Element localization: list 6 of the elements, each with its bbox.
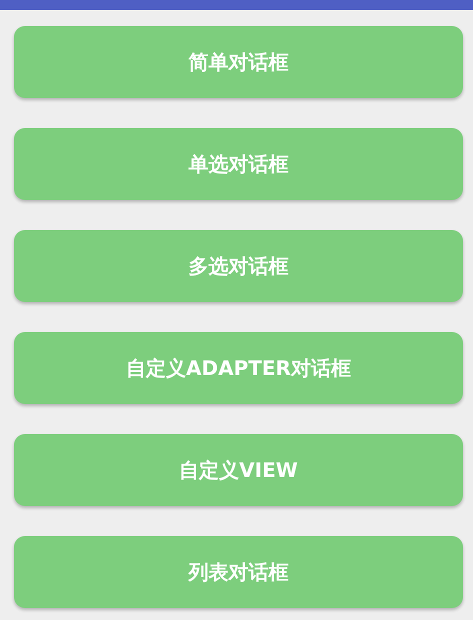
dialog-button[interactable]: 列表对话框 bbox=[14, 536, 463, 608]
dialog-button[interactable]: 简单对话框 bbox=[14, 26, 463, 98]
dialog-button[interactable]: 多选对话框 bbox=[14, 230, 463, 302]
dialog-button[interactable]: 自定义VIEW bbox=[14, 434, 463, 506]
dialog-button[interactable]: 单选对话框 bbox=[14, 128, 463, 200]
dialog-button[interactable]: 自定义ADAPTER对话框 bbox=[14, 332, 463, 404]
